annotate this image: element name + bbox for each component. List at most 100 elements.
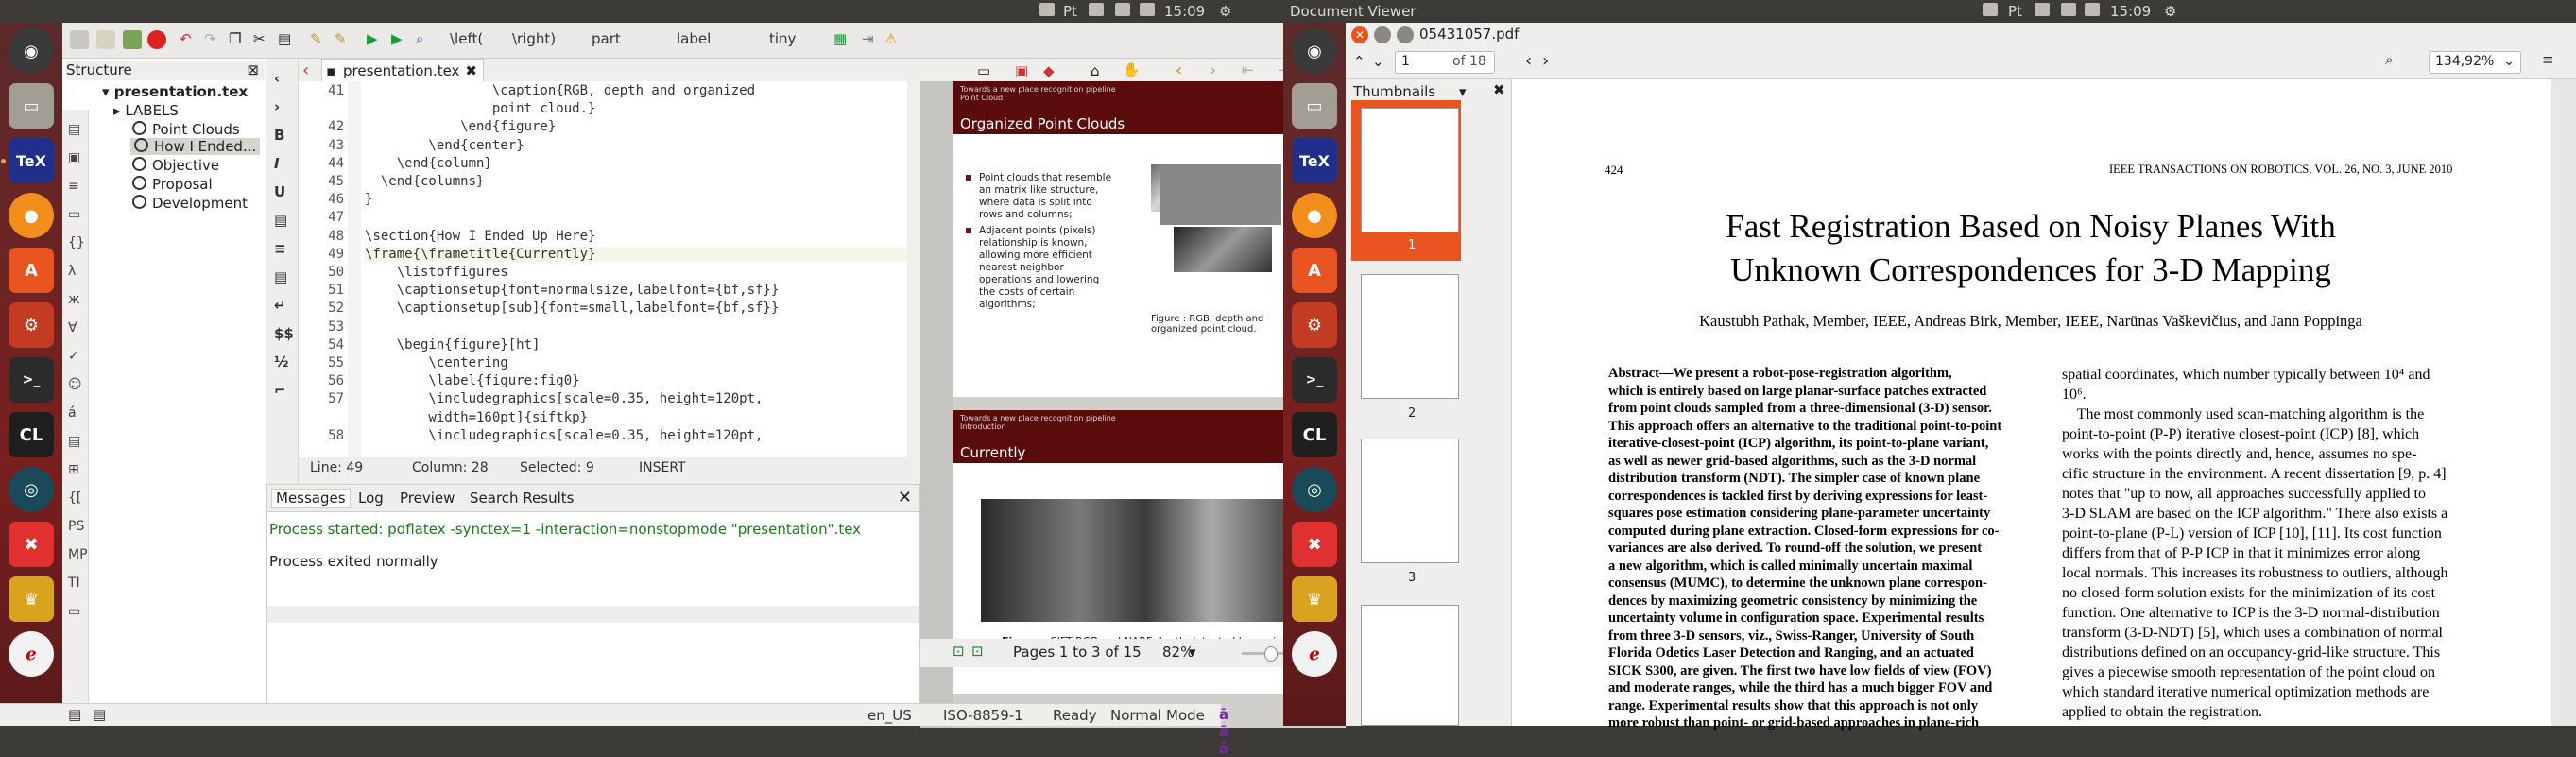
tab-messages[interactable]: Messages [271,489,351,508]
back-icon[interactable]: ‹ [1525,51,1532,71]
close-icon[interactable]: ⊠ [247,61,259,78]
thumb-page-2[interactable] [1361,274,1459,399]
trophy-icon[interactable]: ♛ [1292,576,1337,622]
tab-log[interactable]: Log [358,490,384,507]
tab-search-results[interactable]: Search Results [470,490,574,507]
battery-icon[interactable] [2035,3,2050,16]
texmaker-icon[interactable]: TeX [1292,138,1337,183]
home-icon[interactable]: ⌂ [1091,62,1100,79]
prev-tab-icon[interactable]: ‹ [302,60,309,80]
thumb-page-3[interactable] [1361,439,1459,563]
remote-icon[interactable]: ✖ [9,522,54,567]
gitkraken-icon[interactable]: ◎ [9,467,54,512]
keyboard-icon[interactable] [1039,3,1055,16]
tree-root[interactable]: ▾ presentation.tex [102,83,248,100]
view-icon[interactable]: ⌕ [416,30,435,49]
keyboard-icon[interactable] [1983,3,1998,16]
tree-labels[interactable]: ▸ LABELS [113,102,179,119]
power-icon[interactable]: ⚙ [2164,3,2176,20]
label-combo[interactable]: label [677,30,711,51]
close-doc-icon[interactable] [147,30,166,49]
menu-icon[interactable]: ≡ [2542,51,2554,68]
close-icon[interactable]: ✖ [1493,81,1505,98]
bookmark2-icon[interactable]: ✎ [335,30,353,49]
window-minimize-icon[interactable] [1374,26,1391,43]
lang-indicator[interactable]: Pt [2008,3,2022,20]
power-icon[interactable]: ⚙ [1219,3,1231,20]
prev-page-icon[interactable]: ⌃ [1353,53,1365,70]
quick-build-icon[interactable]: ▶ [367,30,386,49]
new-file-icon[interactable] [70,30,89,49]
dash-icon[interactable]: ◉ [9,28,54,74]
files-icon[interactable]: ▭ [9,83,54,129]
warning-icon[interactable]: ⚠ [884,30,903,49]
lang-select[interactable]: en_US [867,707,912,724]
firefox-icon[interactable]: ● [1292,193,1337,238]
pdf-icon[interactable]: ◆ [1043,62,1055,79]
files-icon[interactable]: ▭ [1292,83,1337,129]
software-center-icon[interactable]: A [1292,248,1337,293]
terminal-icon[interactable]: >_ [9,357,54,403]
terminal-icon[interactable]: >_ [1292,357,1337,403]
fit-page-icon[interactable]: ▣ [1015,62,1028,79]
right-delim-combo[interactable]: \right) [512,30,556,51]
network-icon[interactable] [2061,3,2076,16]
pdf-preview[interactable]: Towards a new place recognition pipeline… [920,81,1346,728]
settings-icon[interactable]: ⚙ [9,302,54,348]
save-icon[interactable] [123,30,142,49]
tree-item[interactable]: Proposal [132,176,213,193]
next-page-icon[interactable]: ⌄ [1372,53,1384,70]
battery-icon[interactable] [1089,3,1104,16]
software-center-icon[interactable]: A [9,248,54,293]
clock-right[interactable]: 15:09 [2110,3,2151,20]
search-pdf-icon[interactable]: ⊡ [971,643,984,660]
messages-toggle-icon[interactable]: ▤ [93,706,106,723]
thumb-page-1[interactable] [1361,108,1459,232]
zoom-combo[interactable]: 134,92% ⌄ [2429,51,2521,74]
clion-icon[interactable]: CL [1292,412,1337,457]
zoom-dropdown-icon[interactable]: ▾ [1189,644,1196,661]
mode-icons[interactable]: ā ā ā [1219,706,1228,757]
tab-presentation[interactable]: ▪ presentation.tex ✖ [321,59,484,84]
volume-icon[interactable] [1140,3,1155,16]
window-maximize-icon[interactable] [1397,26,1414,43]
part-combo[interactable]: part [592,30,621,51]
tab-icon[interactable]: ⇥ [862,30,881,49]
next-page-icon[interactable]: › [1210,60,1216,80]
paste-icon[interactable]: ▤ [278,30,297,49]
tree-item[interactable]: Point Clouds [132,121,240,138]
size-combo[interactable]: tiny [769,30,796,51]
undo-icon[interactable]: ↶ [180,30,198,49]
page-input-box[interactable]: 1 of 18 [1395,51,1495,74]
structure-toggle-icon[interactable]: ▤ [68,706,81,723]
forward-icon[interactable]: › [1542,51,1549,71]
symbol-icons[interactable]: ▤ ▣ ≡ ▭{} λ ж ∀ ✓ ☺ á ▤ ⊞{[PS MP TI ▭ [68,115,88,626]
zoom-slider-handle[interactable] [1264,646,1278,662]
sync-icon[interactable]: ⊡ [953,643,965,660]
pdf-app-icon[interactable]: ℯ [1292,631,1337,677]
cut-icon[interactable]: ✂ [253,30,272,49]
run-icon[interactable]: ▶ [391,30,410,49]
thumb-page-4[interactable] [1361,605,1459,726]
close-tab-icon[interactable]: ✖ [465,62,477,79]
tree-item[interactable]: Development [132,195,248,212]
open-file-icon[interactable] [96,30,115,49]
texmaker-icon[interactable]: TeX [9,138,54,183]
vertical-scrollbar[interactable] [907,81,920,457]
pdf-page[interactable]: 424 IEEE TRANSACTIONS ON ROBOTICS, VOL. … [1514,79,2576,731]
hand-icon[interactable]: ✋ [1123,61,1141,78]
prev-page-icon[interactable]: ‹ [1176,60,1182,80]
format-icons[interactable]: ‹ › B I U ▤ ≡ ▤ ↵ $$ ½ ⌐ [274,64,294,404]
network-icon[interactable] [1115,3,1130,16]
chevron-down-icon[interactable]: ▾ [1459,83,1467,100]
page-input[interactable]: 1 [1401,54,1410,69]
clion-icon[interactable]: CL [9,412,54,457]
settings-icon[interactable]: ⚙ [1292,302,1337,348]
trophy-icon[interactable]: ♛ [9,576,54,622]
encoding-select[interactable]: ISO-8859-1 [943,707,1023,724]
bookmark-icon[interactable]: ✎ [310,30,329,49]
tree-item-selected[interactable]: How I Ended... [130,138,261,155]
left-delim-combo[interactable]: \left( [450,30,483,51]
clock-left[interactable]: 15:09 [1164,3,1205,20]
tree-item[interactable]: Objective [132,157,219,174]
